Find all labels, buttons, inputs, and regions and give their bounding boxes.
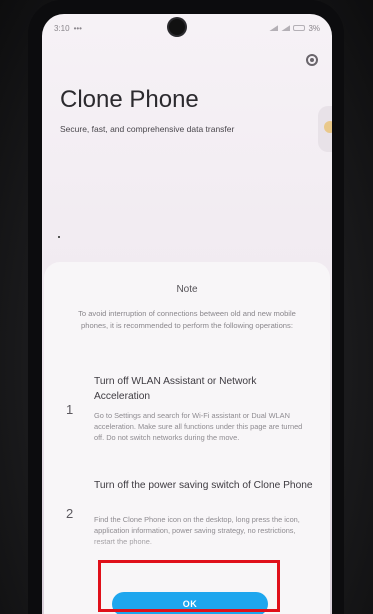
notification-icons: •••: [73, 23, 82, 33]
dot-mark: [58, 236, 60, 238]
side-tab[interactable]: [318, 106, 332, 152]
dialog-intro: To avoid interruption of connections bet…: [78, 309, 296, 330]
camera-cutout: [169, 19, 185, 35]
highlight-box: [98, 560, 280, 612]
step-description: Go to Settings and search for Wi-Fi assi…: [94, 411, 303, 443]
app-subtitle: Secure, fast, and comprehensive data tra…: [60, 124, 235, 134]
wifi-icon: [281, 25, 291, 31]
step-number: 1: [66, 402, 74, 417]
battery-icon: [293, 25, 306, 31]
phone-screen: 3:10 ••• 3% Clone Phone Secure, fast, an…: [42, 14, 332, 614]
app-title: Clone Phone: [60, 86, 199, 113]
step-title: Turn off WLAN Assistant or Network Accel…: [94, 376, 257, 402]
step-number: 2: [66, 506, 74, 521]
battery-percent: 3%: [308, 23, 320, 33]
dialog-title: Note: [176, 284, 198, 295]
settings-icon[interactable]: [306, 54, 318, 66]
step-title: Turn off the power saving switch of Clon…: [94, 480, 313, 491]
status-bar: 3:10 ••• 3%: [42, 14, 332, 42]
status-time: 3:10: [54, 23, 70, 33]
signal-icon: [269, 25, 279, 31]
